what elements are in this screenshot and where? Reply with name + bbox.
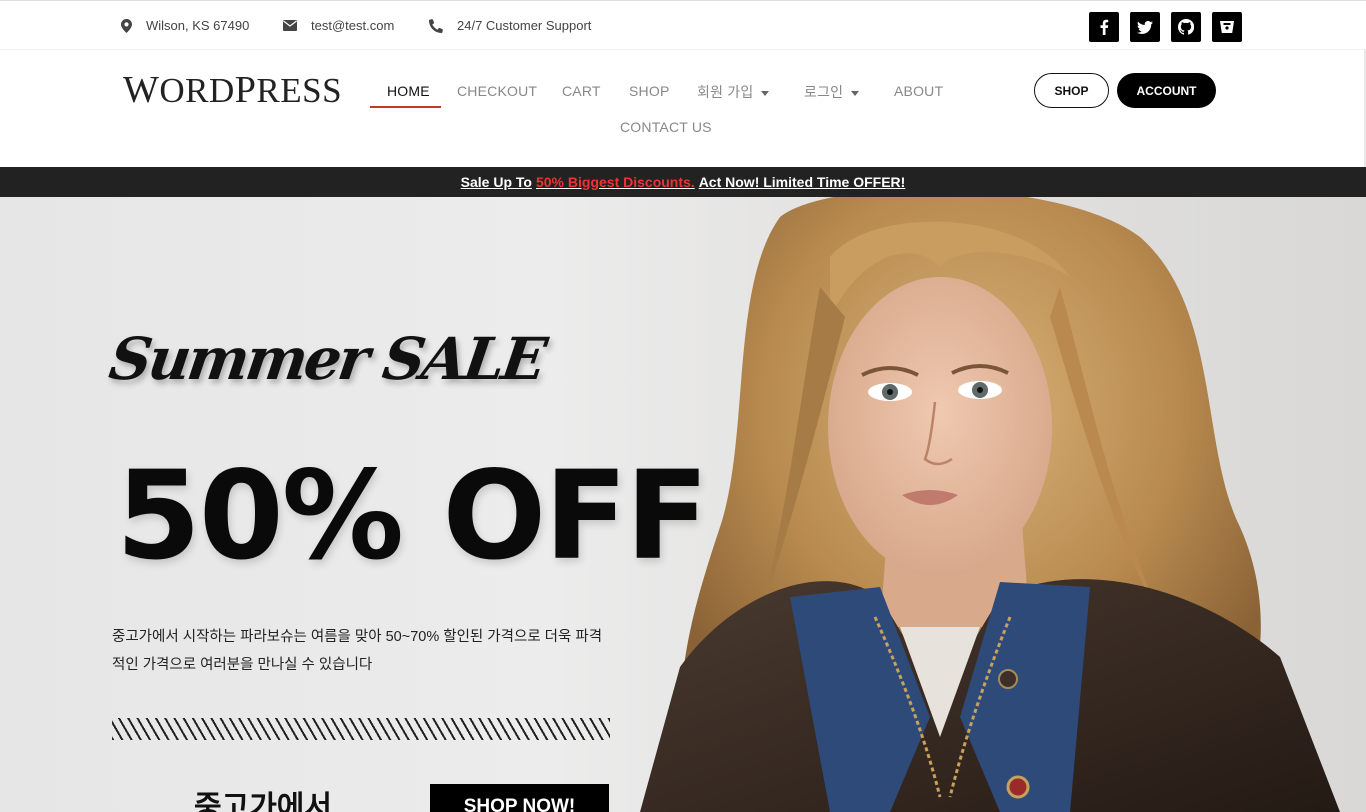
phone-icon (429, 18, 443, 33)
bucket-link[interactable] (1212, 12, 1242, 42)
logo-part-ord: ORD (159, 71, 235, 110)
nav-about[interactable]: ABOUT (894, 83, 943, 99)
facebook-icon (1100, 19, 1109, 35)
nav-active-underline (370, 106, 441, 108)
hatch-divider (112, 718, 610, 740)
hero-banner: Summer SALE 50% OFF 중고가에서 시작하는 파라보슈는 여름을… (0, 197, 1366, 812)
nav-signup[interactable]: 회원 가입 (697, 82, 770, 102)
location-pin-icon (121, 18, 132, 33)
sale-announcement-bar[interactable]: Sale Up To 50% Biggest Discounts. Act No… (0, 167, 1366, 197)
support-text: 24/7 Customer Support (457, 18, 592, 33)
hero-subheading: 중고가에서 (194, 791, 332, 812)
twitter-icon (1137, 20, 1153, 34)
nav-login[interactable]: 로그인 (804, 82, 860, 102)
support-info: 24/7 Customer Support (429, 18, 591, 33)
github-link[interactable] (1171, 12, 1201, 42)
logo-letter-p: P (234, 69, 257, 111)
chevron-down-icon (761, 90, 770, 96)
account-button[interactable]: ACCOUNT (1117, 73, 1216, 108)
logo-letter-w: W (123, 69, 160, 111)
hero-description: 중고가에서 시작하는 파라보슈는 여름을 맞아 50~70% 할인된 가격으로 … (112, 629, 603, 673)
discount-headline: 50% OFF (116, 445, 709, 587)
facebook-link[interactable] (1089, 12, 1119, 42)
shop-button[interactable]: SHOP (1034, 73, 1109, 108)
email-info: test@test.com (283, 18, 394, 33)
site-header: WORDPRESS HOME CHECKOUT CART SHOP 회원 가입 … (0, 50, 1366, 167)
nav-signup-label: 회원 가입 (697, 84, 754, 100)
nav-shop[interactable]: SHOP (629, 83, 669, 99)
bucket-icon (1220, 21, 1234, 33)
sale-suffix: Act Now! Limited Time OFFER! (698, 174, 906, 190)
nav-contact[interactable]: CONTACT US (620, 119, 712, 135)
nav-login-label: 로그인 (804, 84, 844, 100)
shop-now-button[interactable]: SHOP NOW! (430, 784, 609, 812)
logo-part-ress: RESS (256, 71, 343, 110)
address-info: Wilson, KS 67490 (121, 18, 249, 33)
nav-checkout[interactable]: CHECKOUT (457, 83, 537, 99)
summer-sale-script-title: Summer SALE (105, 325, 549, 393)
model-photo (640, 197, 1340, 812)
site-logo[interactable]: WORDPRESS (123, 68, 342, 112)
nav-home[interactable]: HOME (387, 83, 430, 99)
envelope-icon (283, 20, 297, 31)
twitter-link[interactable] (1130, 12, 1160, 42)
address-text: Wilson, KS 67490 (146, 18, 250, 33)
github-icon (1178, 19, 1194, 35)
chevron-down-icon (851, 90, 860, 96)
top-info-bar: Wilson, KS 67490 test@test.com 24/7 Cust… (0, 0, 1366, 50)
sale-highlight: 50% Biggest Discounts. (535, 174, 695, 190)
email-text: test@test.com (311, 18, 395, 33)
sale-prefix: Sale Up To (460, 174, 532, 190)
nav-cart[interactable]: CART (562, 83, 601, 99)
